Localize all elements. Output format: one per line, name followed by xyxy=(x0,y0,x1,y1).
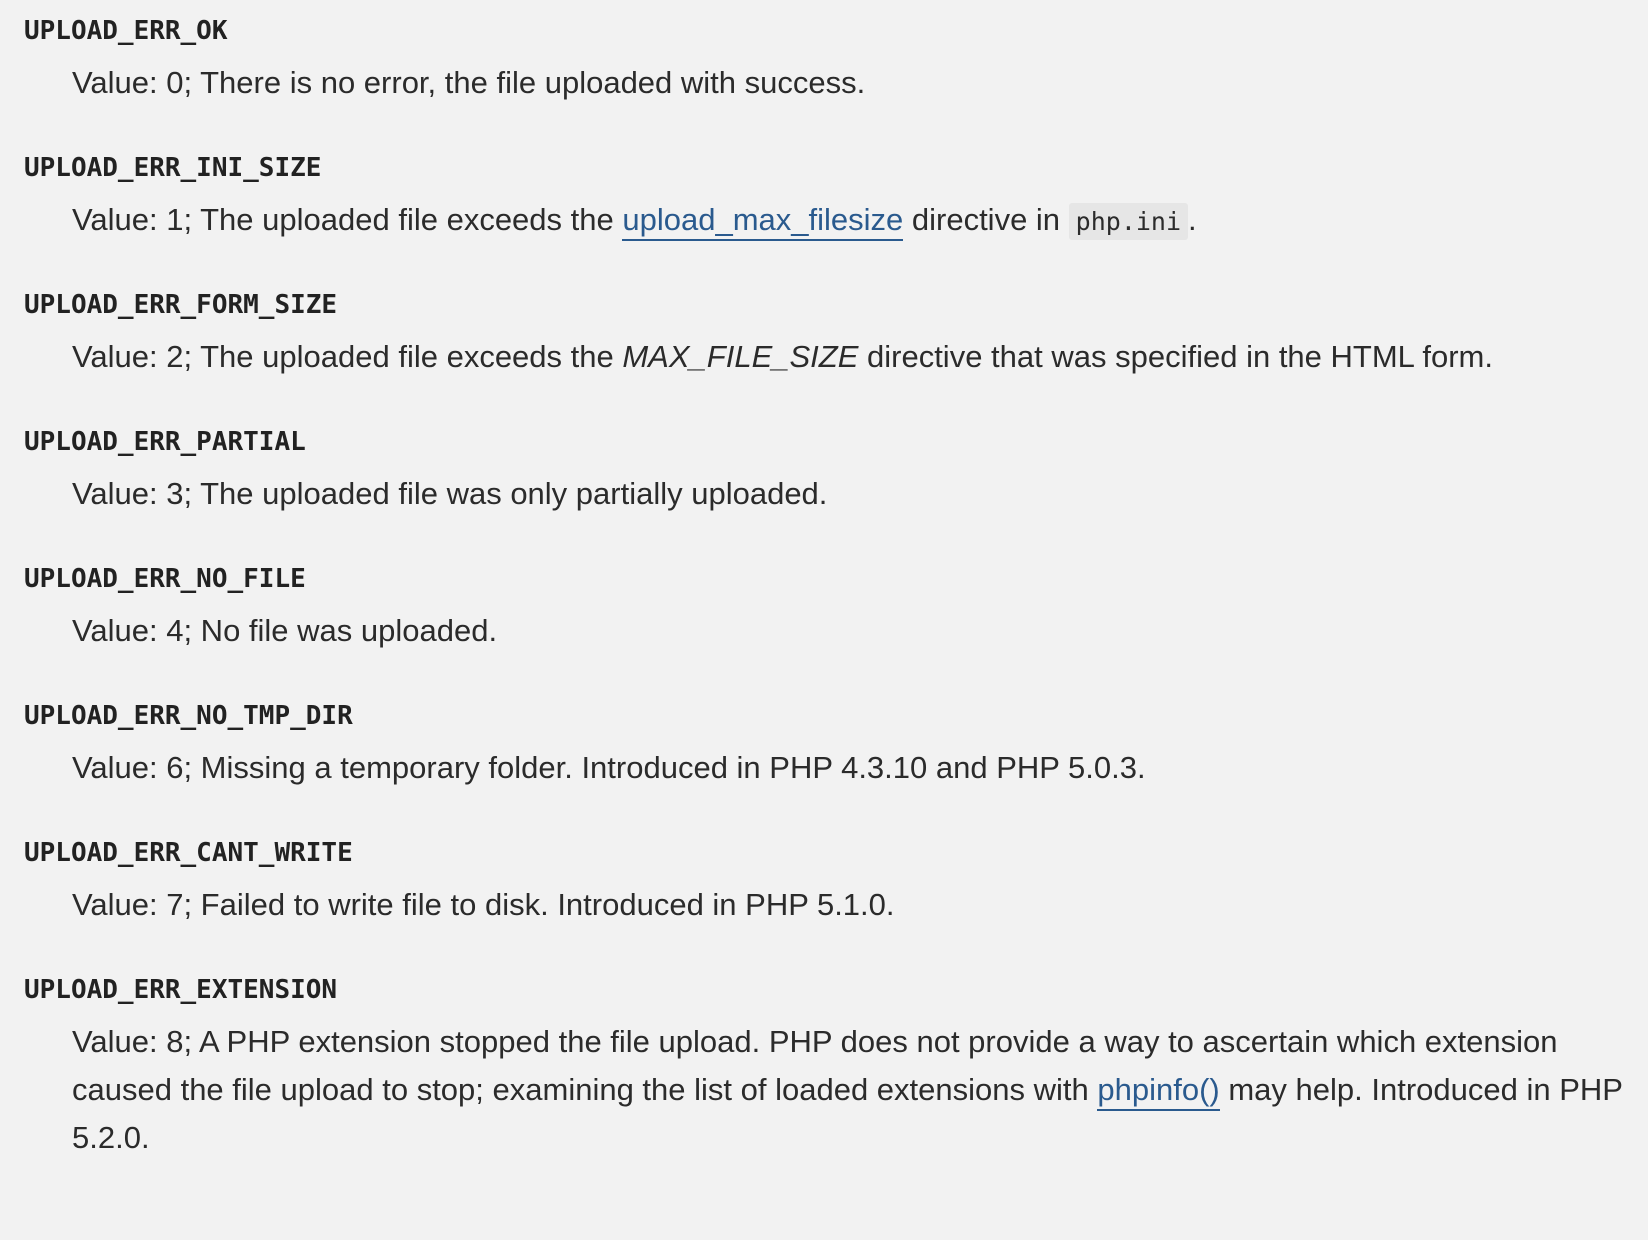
description-text: Value: 1; The uploaded file exceeds the xyxy=(72,202,623,237)
constant-description: Value: 0; There is no error, the file up… xyxy=(72,65,866,100)
constant-name: UPLOAD_ERR_FORM_SIZE xyxy=(24,290,338,320)
constant-description: Value: 3; The uploaded file was only par… xyxy=(72,476,828,511)
description-text: . xyxy=(1188,202,1197,237)
constant-name: UPLOAD_ERR_OK xyxy=(24,16,228,46)
constant-name: UPLOAD_ERR_CANT_WRITE xyxy=(24,838,353,868)
constant-name: UPLOAD_ERR_NO_FILE xyxy=(24,564,306,594)
constant-description: Value: 8; A PHP extension stopped the fi… xyxy=(72,1018,1632,1162)
constant-name: UPLOAD_ERR_PARTIAL xyxy=(24,427,306,457)
constant-description: Value: 1; The uploaded file exceeds the … xyxy=(72,196,1632,246)
description-text: directive that was specified in the HTML… xyxy=(858,339,1493,374)
constant-name: UPLOAD_ERR_NO_TMP_DIR xyxy=(24,701,353,731)
description-text: directive in xyxy=(903,202,1069,237)
phpinfo-link[interactable]: phpinfo() xyxy=(1097,1072,1220,1111)
constant-description: Value: 6; Missing a temporary folder. In… xyxy=(72,750,1146,785)
description-text: Value: 2; The uploaded file exceeds the xyxy=(72,339,623,374)
upload-error-constants-list: UPLOAD_ERR_OK Value: 0; There is no erro… xyxy=(0,0,1648,1240)
constant-name: UPLOAD_ERR_EXTENSION xyxy=(24,975,338,1005)
constant-description: Value: 2; The uploaded file exceeds the … xyxy=(72,333,1632,381)
constant-name: UPLOAD_ERR_INI_SIZE xyxy=(24,153,322,183)
php-ini-code: php.ini xyxy=(1068,203,1189,240)
constant-description: Value: 4; No file was uploaded. xyxy=(72,613,498,648)
max-file-size-emphasis: MAX_FILE_SIZE xyxy=(622,339,859,374)
constant-description: Value: 7; Failed to write file to disk. … xyxy=(72,887,895,922)
upload-max-filesize-link[interactable]: upload_max_filesize xyxy=(622,202,904,241)
